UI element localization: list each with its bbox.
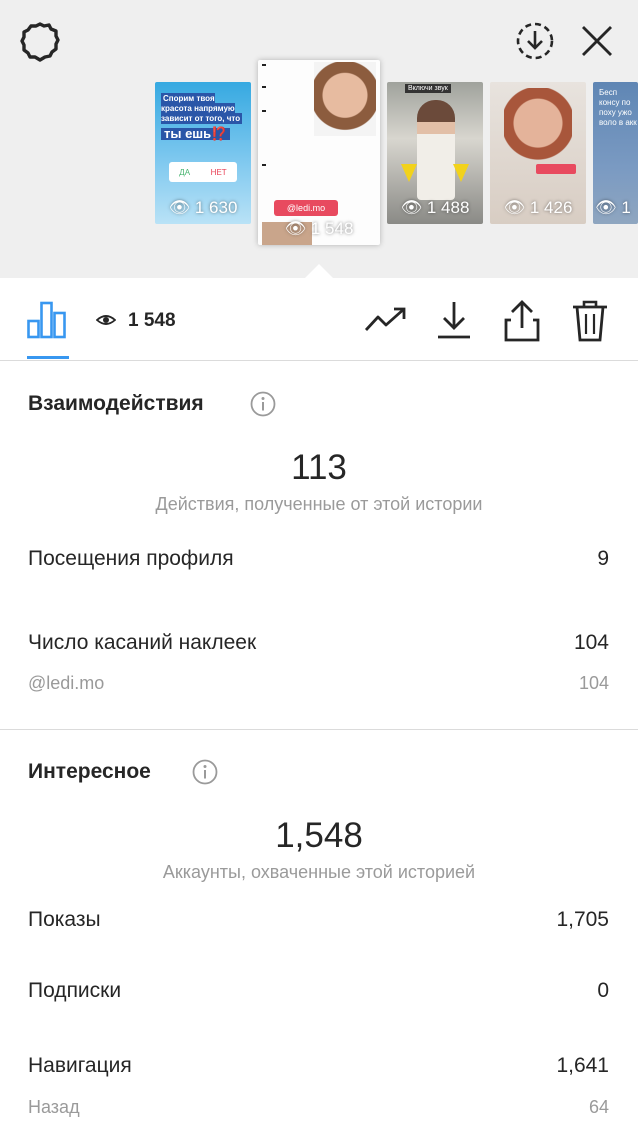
navigation-label: Навигация [28,1054,132,1077]
impressions-label: Показы [28,908,101,931]
interactions-total: 113 [291,448,347,487]
impressions-value: 1,705 [556,908,609,931]
story-view-count: 👁 1 426 [503,198,573,217]
story-thumbnail[interactable]: Включи звук 👁 1 488 [387,82,483,224]
story-thumbnail[interactable]: Бесп консу по поху ужо воло в акк 👁 1 [593,82,638,224]
story-caption: Бесп консу по поху ужо воло в акк [599,88,637,127]
bar-chart-icon[interactable] [27,301,67,339]
story-photo [314,62,376,136]
info-icon[interactable] [192,759,218,785]
discovery-title: Интересное [28,760,151,783]
story-thumbnail[interactable]: 👁 1 426 [490,82,586,224]
eye-icon [96,315,116,325]
discovery-caption: Аккаунты, охваченные этой историей [162,862,476,882]
profile-visits-value: 9 [597,547,609,570]
active-tab-indicator [27,356,69,359]
story-view-count: 👁 1 548 [284,219,354,238]
story-carousel-area: Спорим твоя красота напрямую зависит от … [0,0,638,278]
sticker-taps-value: 104 [573,631,609,654]
story-thumbnail[interactable]: Спорим твоя красота напрямую зависит от … [155,82,251,224]
selection-pointer [305,264,333,278]
share-icon[interactable] [504,300,540,342]
view-count: 1 548 [128,310,176,331]
info-icon[interactable] [250,391,276,417]
trash-icon[interactable] [572,300,608,342]
sticker-name[interactable]: @ledi.mo [28,673,104,694]
story-view-count: 👁 1 [595,198,631,217]
navigation-value: 1,641 [556,1054,609,1077]
story-view-count: 👁 1 488 [400,198,470,217]
discovery-total: 1,548 [275,816,363,855]
follows-value: 0 [597,979,609,1002]
sticker-taps-label: Число касаний наклеек [28,631,257,654]
mention-sticker [536,164,576,174]
download-circle-icon[interactable] [514,20,556,62]
story-thumbnail-selected[interactable]: @ledi.mo 👁 1 548 [258,60,380,245]
mention-sticker: @ledi.mo [274,200,338,216]
arrow-sticker [401,164,417,182]
insights-toolbar: 1 548 [0,278,638,361]
back-label: Назад [28,1097,80,1117]
story-photo [417,100,455,200]
interactions-title: Взаимодействия [28,392,204,415]
interactions-caption: Действия, полученные от этой истории [155,494,483,514]
story-view-count: 👁 1 630 [168,198,238,217]
story-question-text: Спорим твоя красота напрямую зависит от … [161,93,243,141]
poll-sticker: ДА НЕТ [169,162,237,182]
story-caption: Включи звук [405,84,451,93]
section-divider [0,729,638,730]
follows-label: Подписки [28,979,122,1002]
profile-visits-label: Посещения профиля [28,547,234,570]
gear-icon[interactable] [18,20,62,64]
story-photo [504,88,572,166]
trending-icon[interactable] [364,306,408,332]
arrow-sticker [453,164,469,182]
sticker-value: 104 [578,673,609,693]
close-icon[interactable] [580,24,614,58]
back-value: 64 [588,1097,609,1117]
download-icon[interactable] [436,300,472,340]
